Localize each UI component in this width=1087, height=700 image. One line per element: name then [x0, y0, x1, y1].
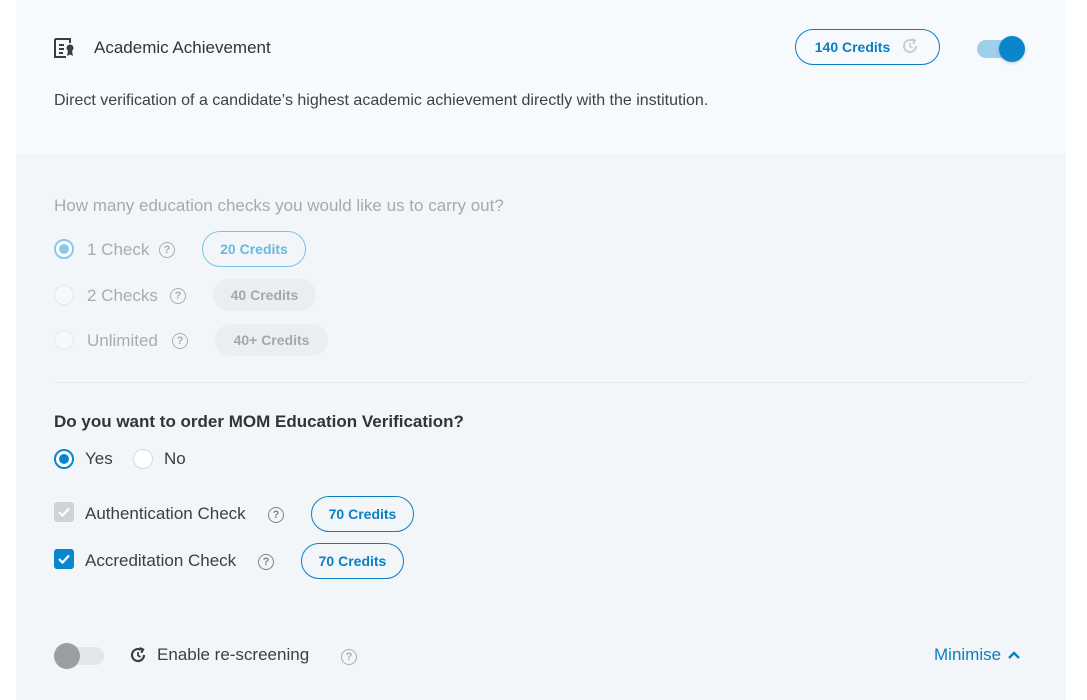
help-icon[interactable]: ?: [172, 333, 188, 349]
section-divider: [54, 382, 1027, 383]
section-title: Academic Achievement: [94, 38, 271, 57]
toggle-knob: [999, 36, 1025, 62]
education-checks-question: How many education checks you would like…: [54, 196, 504, 215]
radio-2-checks[interactable]: [54, 285, 74, 305]
option-1-check-label: 1 Check: [87, 240, 150, 259]
help-icon[interactable]: ?: [341, 649, 357, 665]
help-icon[interactable]: ?: [159, 242, 175, 258]
help-icon[interactable]: ?: [170, 288, 186, 304]
minimise-label: Minimise: [934, 645, 1002, 664]
authentication-credits: 70 Credits: [311, 496, 414, 532]
radio-unlimited[interactable]: [54, 330, 74, 350]
card-header-section: [16, 0, 1066, 154]
chevron-up-icon: [1008, 651, 1020, 659]
authentication-check-label: Authentication Check: [85, 504, 246, 523]
accreditation-check-label: Accreditation Check: [85, 551, 237, 570]
radio-1-check[interactable]: [54, 239, 74, 259]
history-icon: [900, 36, 920, 59]
toggle-knob: [54, 643, 80, 669]
checkmark-icon: [58, 554, 70, 565]
total-credits-label: 140 Credits: [814, 39, 891, 55]
total-credits-badge: 140 Credits: [795, 29, 940, 65]
option-unlimited-label: Unlimited: [87, 331, 158, 350]
radio-no[interactable]: [133, 449, 153, 469]
accreditation-checkbox[interactable]: [54, 549, 74, 569]
authentication-checkbox[interactable]: [54, 502, 74, 522]
no-label: No: [164, 449, 186, 468]
minimise-button[interactable]: Minimise: [934, 645, 1021, 665]
rescreening-label: Enable re-screening: [157, 645, 310, 664]
mom-question: Do you want to order MOM Education Verif…: [54, 412, 464, 431]
option-unlimited-credits: 40+ Credits: [215, 324, 328, 356]
section-enable-toggle[interactable]: [977, 36, 1027, 62]
help-icon[interactable]: ?: [258, 554, 274, 570]
option-2-checks-label: 2 Checks: [87, 286, 158, 305]
rescreening-toggle[interactable]: [54, 643, 104, 669]
certificate-icon: [53, 37, 75, 59]
yes-label: Yes: [85, 449, 113, 468]
radio-yes[interactable]: [54, 449, 74, 469]
option-1-check-credits: 20 Credits: [202, 231, 306, 267]
checkmark-icon: [58, 507, 70, 518]
option-2-checks-credits: 40 Credits: [213, 279, 316, 311]
help-icon[interactable]: ?: [268, 507, 284, 523]
section-description: Direct verification of a candidate’s hig…: [54, 92, 709, 109]
rescreening-icon: [128, 645, 148, 665]
accreditation-credits: 70 Credits: [301, 543, 404, 579]
